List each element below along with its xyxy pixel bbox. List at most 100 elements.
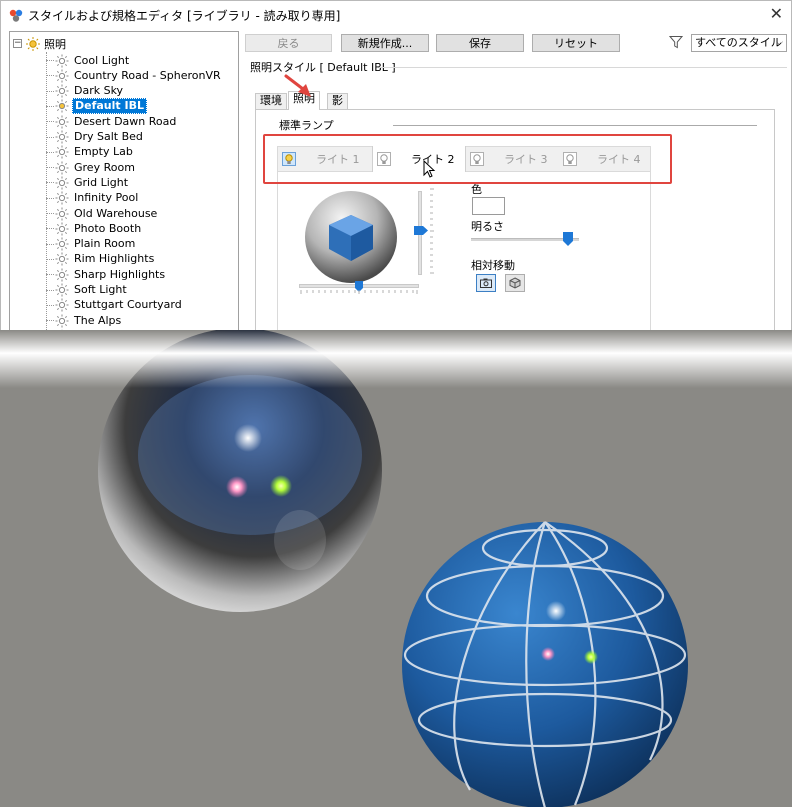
style-editor-dialog: スタイルおよび規格エディタ [ライブラリ - 読み取り専用] ✕ − 照明 Co… [0,0,792,372]
style-header: 照明スタイル [ Default IBL ] [250,61,396,74]
tree-connector [46,289,54,291]
tree-item[interactable]: Desert Dawn Road [46,114,178,129]
light-style-icon [55,191,69,205]
tree-item-label: Soft Light [74,283,127,296]
divider [393,125,757,126]
light-tab-label: ライト 4 [597,153,641,166]
lighting-folder-icon [26,36,40,51]
light-tabs: ライト 1 ライト 2 ライト 3 ライト 4 [277,146,651,172]
light-tab-label: ライト 1 [316,153,360,166]
tree-item[interactable]: The Alps [46,313,123,328]
light-style-icon [55,145,69,159]
close-button[interactable]: ✕ [770,4,783,23]
light-style-icon [55,54,69,67]
light-style-icon [55,207,69,220]
tree-item-label: Desert Dawn Road [74,114,177,128]
tree-item-label: Cool Light [74,53,130,67]
3d-viewport[interactable] [0,330,792,807]
tree-connector [46,213,54,214]
app-icon [9,9,23,22]
screenshot-fade-divider [0,330,792,388]
tree-item[interactable]: Grey Room [46,160,137,175]
light-direction-preview[interactable] [303,189,399,285]
light-tab-1[interactable]: ライト 1 [278,147,372,171]
tree-item-label: Default IBL [72,98,147,115]
tree-item[interactable]: Cool Light [46,53,131,68]
tree-item-label: Stuttgart Courtyard [74,298,182,312]
save-button[interactable]: 保存 [436,34,524,52]
light-style-icon [55,84,69,98]
tree-item[interactable]: Default IBL [46,98,147,115]
azimuth-slider-ticks [300,290,418,294]
tree-item[interactable]: Sharp Highlights [46,267,167,282]
light-style-icon [55,222,69,236]
annotation-arrow-icon [284,74,311,97]
light-style-icon [55,268,69,282]
tree-item[interactable]: Soft Light [46,283,129,298]
tree-item[interactable]: Dark Sky [46,84,125,99]
reset-button[interactable]: リセット [532,34,620,52]
tree-item[interactable]: Grid Light [46,175,130,190]
tab-shadow[interactable]: 影 [327,93,348,109]
light-color-swatch[interactable] [472,197,505,215]
funnel-icon[interactable] [669,35,683,49]
tree-connector [46,136,54,138]
brightness-slider-thumb[interactable] [563,232,574,246]
group-label: 標準ランプ [279,119,334,132]
tree-connector [46,197,54,199]
tree-connector [46,60,54,61]
tree-connector [46,151,54,153]
tree-item[interactable]: Old Warehouse [46,206,159,221]
tree-connector [46,243,54,245]
light-style-icon [55,161,69,175]
bulb-off-icon[interactable] [377,152,391,166]
color-label: 色 [471,183,482,196]
tree-item-label: Infinity Pool [74,191,139,205]
tree-item-label: Rim Highlights [74,252,155,266]
bulb-on-icon[interactable] [282,152,296,166]
camera-relative-button[interactable] [476,274,496,292]
light-style-icon [55,99,69,113]
light-style-icon [55,69,69,83]
style-filter-select[interactable]: すべてのスタイル ⌵ [691,34,787,52]
light-style-icon [55,237,69,251]
tree-connector [46,304,54,306]
tree-connector [46,75,54,77]
light-tab-3[interactable]: ライト 3 [466,147,559,171]
bulb-off-icon[interactable] [470,152,484,166]
light-tab-4[interactable]: ライト 4 [559,147,651,171]
chevron-down-icon: ⌵ [776,38,783,48]
light-style-icon [55,252,69,266]
tree-item[interactable]: Country Road - SpheronVR [46,68,223,83]
tree-connector [46,90,54,92]
collapse-icon[interactable]: − [13,39,22,48]
tab-environment[interactable]: 環境 [255,93,287,109]
tree-item[interactable]: Infinity Pool [46,191,140,206]
elevation-slider-thumb[interactable] [414,226,428,235]
tree-connector [46,121,54,123]
tree-item[interactable]: Plain Room [46,237,137,252]
tree-item-label: Dry Salt Bed [74,130,143,143]
back-button[interactable]: 戻る [245,34,332,52]
light-tab-label: ライト 3 [504,153,548,166]
tree-connector [46,274,54,276]
tree-item[interactable]: Stuttgart Courtyard [46,298,184,313]
window-title: スタイルおよび規格エディタ [ライブラリ - 読み取り専用] [28,9,341,23]
tree-item-label: Country Road - SpheronVR [74,68,221,82]
tree-item[interactable]: Rim Highlights [46,252,156,267]
light-style-icon [55,176,69,190]
mouse-cursor-icon [423,160,436,178]
light-tab-2[interactable]: ライト 2 [372,146,466,172]
tree-root[interactable]: − 照明 [13,36,66,51]
tree-item-label: The Alps [74,313,122,327]
style-tree[interactable]: − 照明 Cool Light Country Road - SpheronVR… [9,31,239,371]
model-relative-button[interactable] [505,274,525,292]
new-button[interactable]: 新規作成... [341,34,429,52]
tree-item[interactable]: Dry Salt Bed [46,130,145,145]
globe-sphere [402,521,688,807]
tree-item[interactable]: Empty Lab [46,145,135,160]
tree-item[interactable]: Photo Booth [46,221,143,236]
bulb-off-icon[interactable] [563,152,577,166]
tree-connector [46,228,54,230]
brightness-label: 明るさ [471,220,504,233]
